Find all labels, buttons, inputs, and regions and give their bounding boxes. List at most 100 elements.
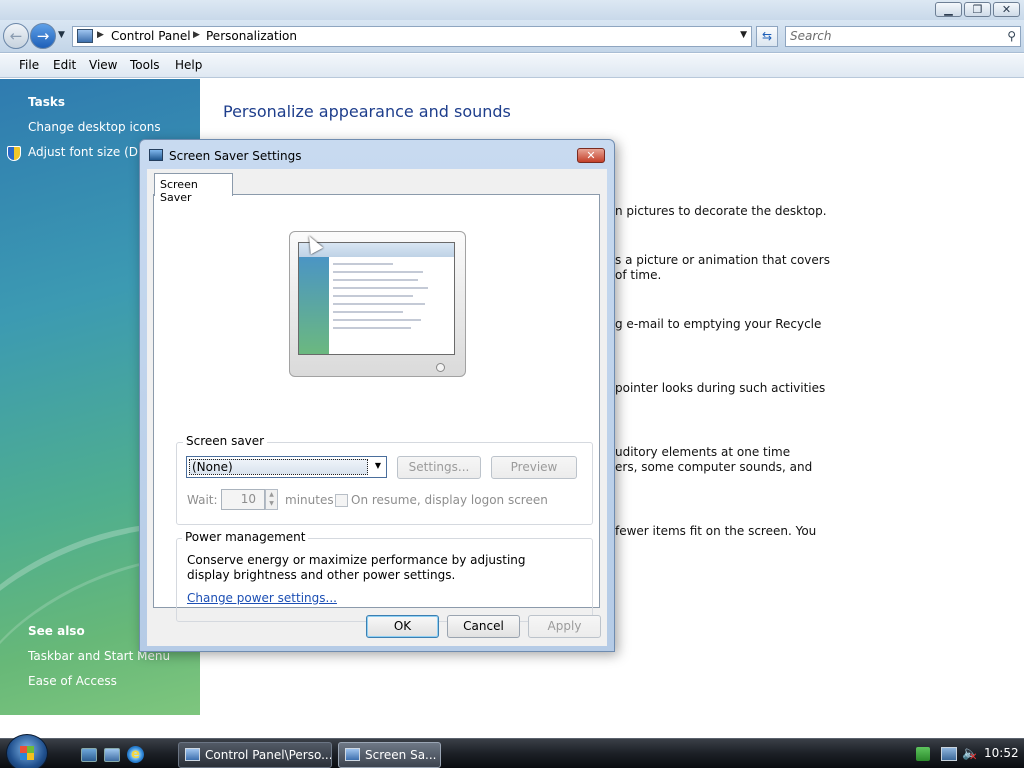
search-input[interactable] [790,29,990,43]
menu-file[interactable]: File [19,58,39,72]
screen-saver-dialog: Screen Saver Settings ✕ Screen Saver Scr… [139,139,615,652]
dialog-body: Screen Saver Screen saver (None) ▼ Setti… [147,169,607,646]
screen-saver-selected-value: (None) [189,459,368,475]
breadcrumb-separator-icon[interactable]: ▶ [193,30,200,40]
tasks-heading: Tasks [28,95,66,109]
tab-screen-saver[interactable]: Screen Saver [154,173,233,204]
logon-screen-label[interactable]: On resume, display logon screen [351,493,548,507]
content-text: pointer looks during such activities [615,381,826,395]
breadcrumb-control-panel[interactable]: Control Panel [111,29,191,43]
uac-shield-icon [7,146,21,161]
preview-button[interactable]: Preview [491,456,577,479]
minutes-label: minutes [285,493,334,507]
adjust-font-size-link[interactable]: Adjust font size (DPI) [28,145,153,159]
menu-edit[interactable]: Edit [53,58,76,72]
preview-line [333,263,393,265]
menu-tools[interactable]: Tools [130,58,160,72]
maximize-button[interactable]: ❐ [964,2,991,17]
tray-security-icon[interactable] [916,747,930,761]
wait-label: Wait: [187,493,218,507]
taskbar-item-label: Control Panel\Perso... [205,748,332,762]
windows-logo-icon [20,746,34,760]
logon-screen-checkbox[interactable] [335,494,348,507]
tray-muted-icon: ✕ [969,752,978,763]
forward-button[interactable]: → [30,23,56,49]
back-button[interactable]: ← [3,23,29,49]
apply-button[interactable]: Apply [528,615,601,638]
taskbar-item-control-panel[interactable]: Control Panel\Perso... [178,742,332,768]
refresh-icon: ⇆ [761,29,773,43]
content-text: s a picture or animation that covers [615,253,830,267]
preview-sidebar [299,257,329,354]
recent-pages-dropdown[interactable]: ▼ [58,30,65,40]
screen-saver-group [176,442,593,525]
content-text: n pictures to decorate the desktop. [615,204,827,218]
spin-up-icon[interactable]: ▲ [269,491,274,498]
internet-explorer-icon[interactable]: e [127,746,144,763]
taskbar-item-label: Screen Sa... [365,748,437,762]
content-text: fewer items fit on the screen. You [615,524,817,538]
refresh-button[interactable]: ⇆ [756,26,778,47]
chevron-down-icon: ▼ [374,461,381,470]
content-text: ers, some computer sounds, and [615,460,813,474]
window-titlebar: ▁ ❐ ✕ [0,0,1024,20]
page-title: Personalize appearance and sounds [223,102,511,121]
clock[interactable]: 10:52 [984,746,1019,760]
address-bar[interactable]: ▶ Control Panel ▶ Personalization ▼ [72,26,752,47]
ok-button[interactable]: OK [366,615,439,638]
preview-line [333,327,411,329]
monitor-preview [289,231,466,377]
search-box[interactable]: ⚲ [785,26,1021,47]
screen-saver-icon [345,748,360,761]
spin-down-icon[interactable]: ▼ [269,500,274,507]
dialog-title: Screen Saver Settings [169,149,302,163]
address-row: ← → ▼ ▶ Control Panel ▶ Personalization … [0,20,1024,53]
wait-minutes-input[interactable]: 10 [221,489,265,510]
address-dropdown-icon[interactable]: ▼ [740,30,747,40]
preview-line [333,303,425,305]
show-desktop-icon[interactable] [81,748,97,762]
wait-spinner[interactable]: ▲ ▼ [265,489,278,510]
preview-line [333,319,421,321]
menu-help[interactable]: Help [175,58,202,72]
forward-arrow-icon: → [36,27,50,45]
content-text: g e-mail to emptying your Recycle [615,317,822,331]
settings-button[interactable]: Settings... [397,456,481,479]
close-button[interactable]: ✕ [993,2,1020,17]
preview-line [333,295,413,297]
cancel-button[interactable]: Cancel [447,615,520,638]
back-arrow-icon: ← [9,27,23,45]
ease-of-access-link[interactable]: Ease of Access [28,674,117,688]
preview-line [333,271,423,273]
tray-network-icon[interactable] [941,747,957,761]
search-icon[interactable]: ⚲ [1007,29,1016,43]
taskbar-item-screen-saver[interactable]: Screen Sa... [338,742,441,768]
control-panel-icon [77,29,93,43]
preview-line [333,287,428,289]
start-button[interactable] [6,734,48,768]
content-text: of time. [615,268,662,282]
taskbar: e Control Panel\Perso... Screen Sa... 🔈 … [0,734,1024,768]
monitor-power-icon [436,363,445,372]
content-text: uditory elements at one time [615,445,791,459]
switch-windows-icon[interactable] [104,748,120,762]
breadcrumb-separator-icon[interactable]: ▶ [97,30,104,40]
breadcrumb-personalization[interactable]: Personalization [206,29,297,43]
power-description: Conserve energy or maximize performance … [187,553,526,582]
change-desktop-icons-link[interactable]: Change desktop icons [28,120,161,134]
screen-saver-icon [149,149,163,161]
tab-panel: Screen saver (None) ▼ Settings... Previe… [153,194,600,622]
change-power-settings-link[interactable]: Change power settings... [187,591,337,605]
menu-bar: File Edit View Tools Help [0,54,1024,78]
menu-view[interactable]: View [89,58,117,72]
preview-line [333,279,418,281]
minimize-button[interactable]: ▁ [935,2,962,17]
dialog-close-button[interactable]: ✕ [577,148,605,163]
control-panel-icon [185,748,200,761]
power-management-label: Power management [182,530,309,544]
preview-screen [298,242,455,355]
preview-titlebar [299,243,454,257]
see-also-heading: See also [28,624,85,638]
preview-line [333,311,403,313]
screen-saver-select[interactable]: (None) ▼ [186,456,387,478]
